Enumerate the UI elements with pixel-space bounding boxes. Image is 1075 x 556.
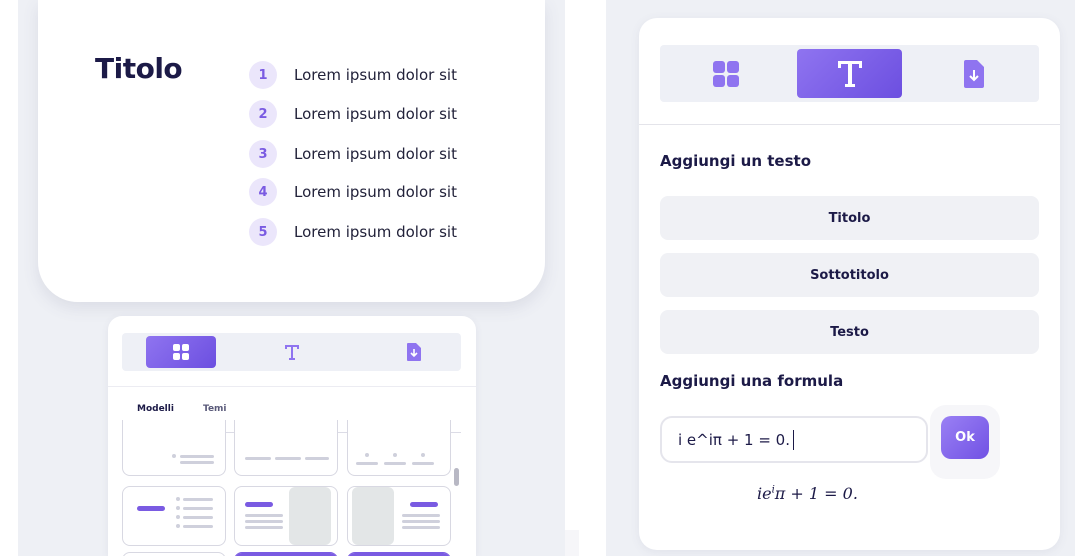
add-title-button[interactable]: Titolo — [660, 196, 1039, 240]
template-thumbnail[interactable] — [347, 486, 451, 546]
scrollbar-thumb[interactable] — [454, 468, 459, 486]
formula-rest: π + 1 = 0. — [774, 484, 858, 503]
template-thumbnail[interactable] — [347, 552, 451, 556]
text-icon — [285, 345, 299, 360]
slide-title: Titolo — [95, 52, 183, 85]
formula-base: ie — [757, 484, 772, 503]
add-subtitle-button[interactable]: Sottotitolo — [660, 253, 1039, 297]
add-formula-heading: Aggiungi una formula — [660, 372, 844, 390]
grid-icon — [712, 60, 739, 87]
templates-panel: Modelli Temi — [108, 316, 476, 556]
formula-ok-button[interactable]: Ok — [941, 416, 989, 459]
list-number-badge: 2 — [249, 100, 277, 128]
add-body-text-button[interactable]: Testo — [660, 310, 1039, 354]
list-item-text: Lorem ipsum dolor sit — [294, 66, 457, 84]
subtab-temi[interactable]: Temi — [203, 404, 227, 414]
template-thumbnail[interactable] — [347, 420, 451, 476]
list-number-badge: 4 — [249, 178, 277, 206]
list-item-text: Lorem ipsum dolor sit — [294, 223, 457, 241]
tab-download[interactable] — [379, 336, 449, 368]
tab-templates[interactable] — [673, 49, 778, 98]
text-icon — [837, 60, 862, 87]
divider — [639, 124, 1060, 125]
slide-list-item: 1 Lorem ipsum dolor sit — [249, 61, 457, 89]
grid-icon — [173, 344, 189, 360]
text-caret — [793, 429, 794, 450]
app-canvas: Titolo 1 Lorem ipsum dolor sit 2 Lorem i… — [0, 0, 1075, 556]
list-number-badge: 5 — [249, 218, 277, 246]
template-thumbnail[interactable] — [122, 552, 226, 556]
list-item-text: Lorem ipsum dolor sit — [294, 105, 457, 123]
subtab-modelli[interactable]: Modelli — [137, 404, 174, 414]
slide-list-item: 5 Lorem ipsum dolor sit — [249, 218, 457, 246]
panel-corner-decoration — [565, 530, 579, 556]
list-number-badge: 3 — [249, 140, 277, 168]
tab-text[interactable] — [257, 336, 327, 368]
template-thumbnail[interactable] — [234, 552, 338, 556]
slide-list-item: 4 Lorem ipsum dolor sit — [249, 178, 457, 206]
panel-tab-bar — [122, 333, 461, 371]
template-thumbnail[interactable] — [234, 486, 338, 546]
slide-list-item: 2 Lorem ipsum dolor sit — [249, 100, 457, 128]
download-icon — [407, 343, 421, 361]
add-text-heading: Aggiungi un testo — [660, 152, 812, 170]
template-thumbnail[interactable] — [122, 420, 226, 476]
slide-list-item: 3 Lorem ipsum dolor sit — [249, 140, 457, 168]
formula-preview: ieiπ + 1 = 0. — [757, 484, 858, 503]
template-thumbnail[interactable] — [122, 486, 226, 546]
formula-input[interactable]: i e^iπ + 1 = 0. — [660, 416, 928, 463]
download-icon — [963, 59, 984, 88]
list-item-text: Lorem ipsum dolor sit — [294, 183, 457, 201]
tab-download[interactable] — [921, 49, 1026, 98]
divider — [108, 386, 476, 387]
template-thumbnail[interactable] — [234, 420, 338, 476]
panel-tab-bar — [660, 45, 1039, 102]
tab-templates[interactable] — [146, 336, 216, 368]
list-item-text: Lorem ipsum dolor sit — [294, 145, 457, 163]
list-number-badge: 1 — [249, 61, 277, 89]
formula-input-value: i e^iπ + 1 = 0. — [678, 430, 790, 449]
tab-text[interactable] — [797, 49, 902, 98]
